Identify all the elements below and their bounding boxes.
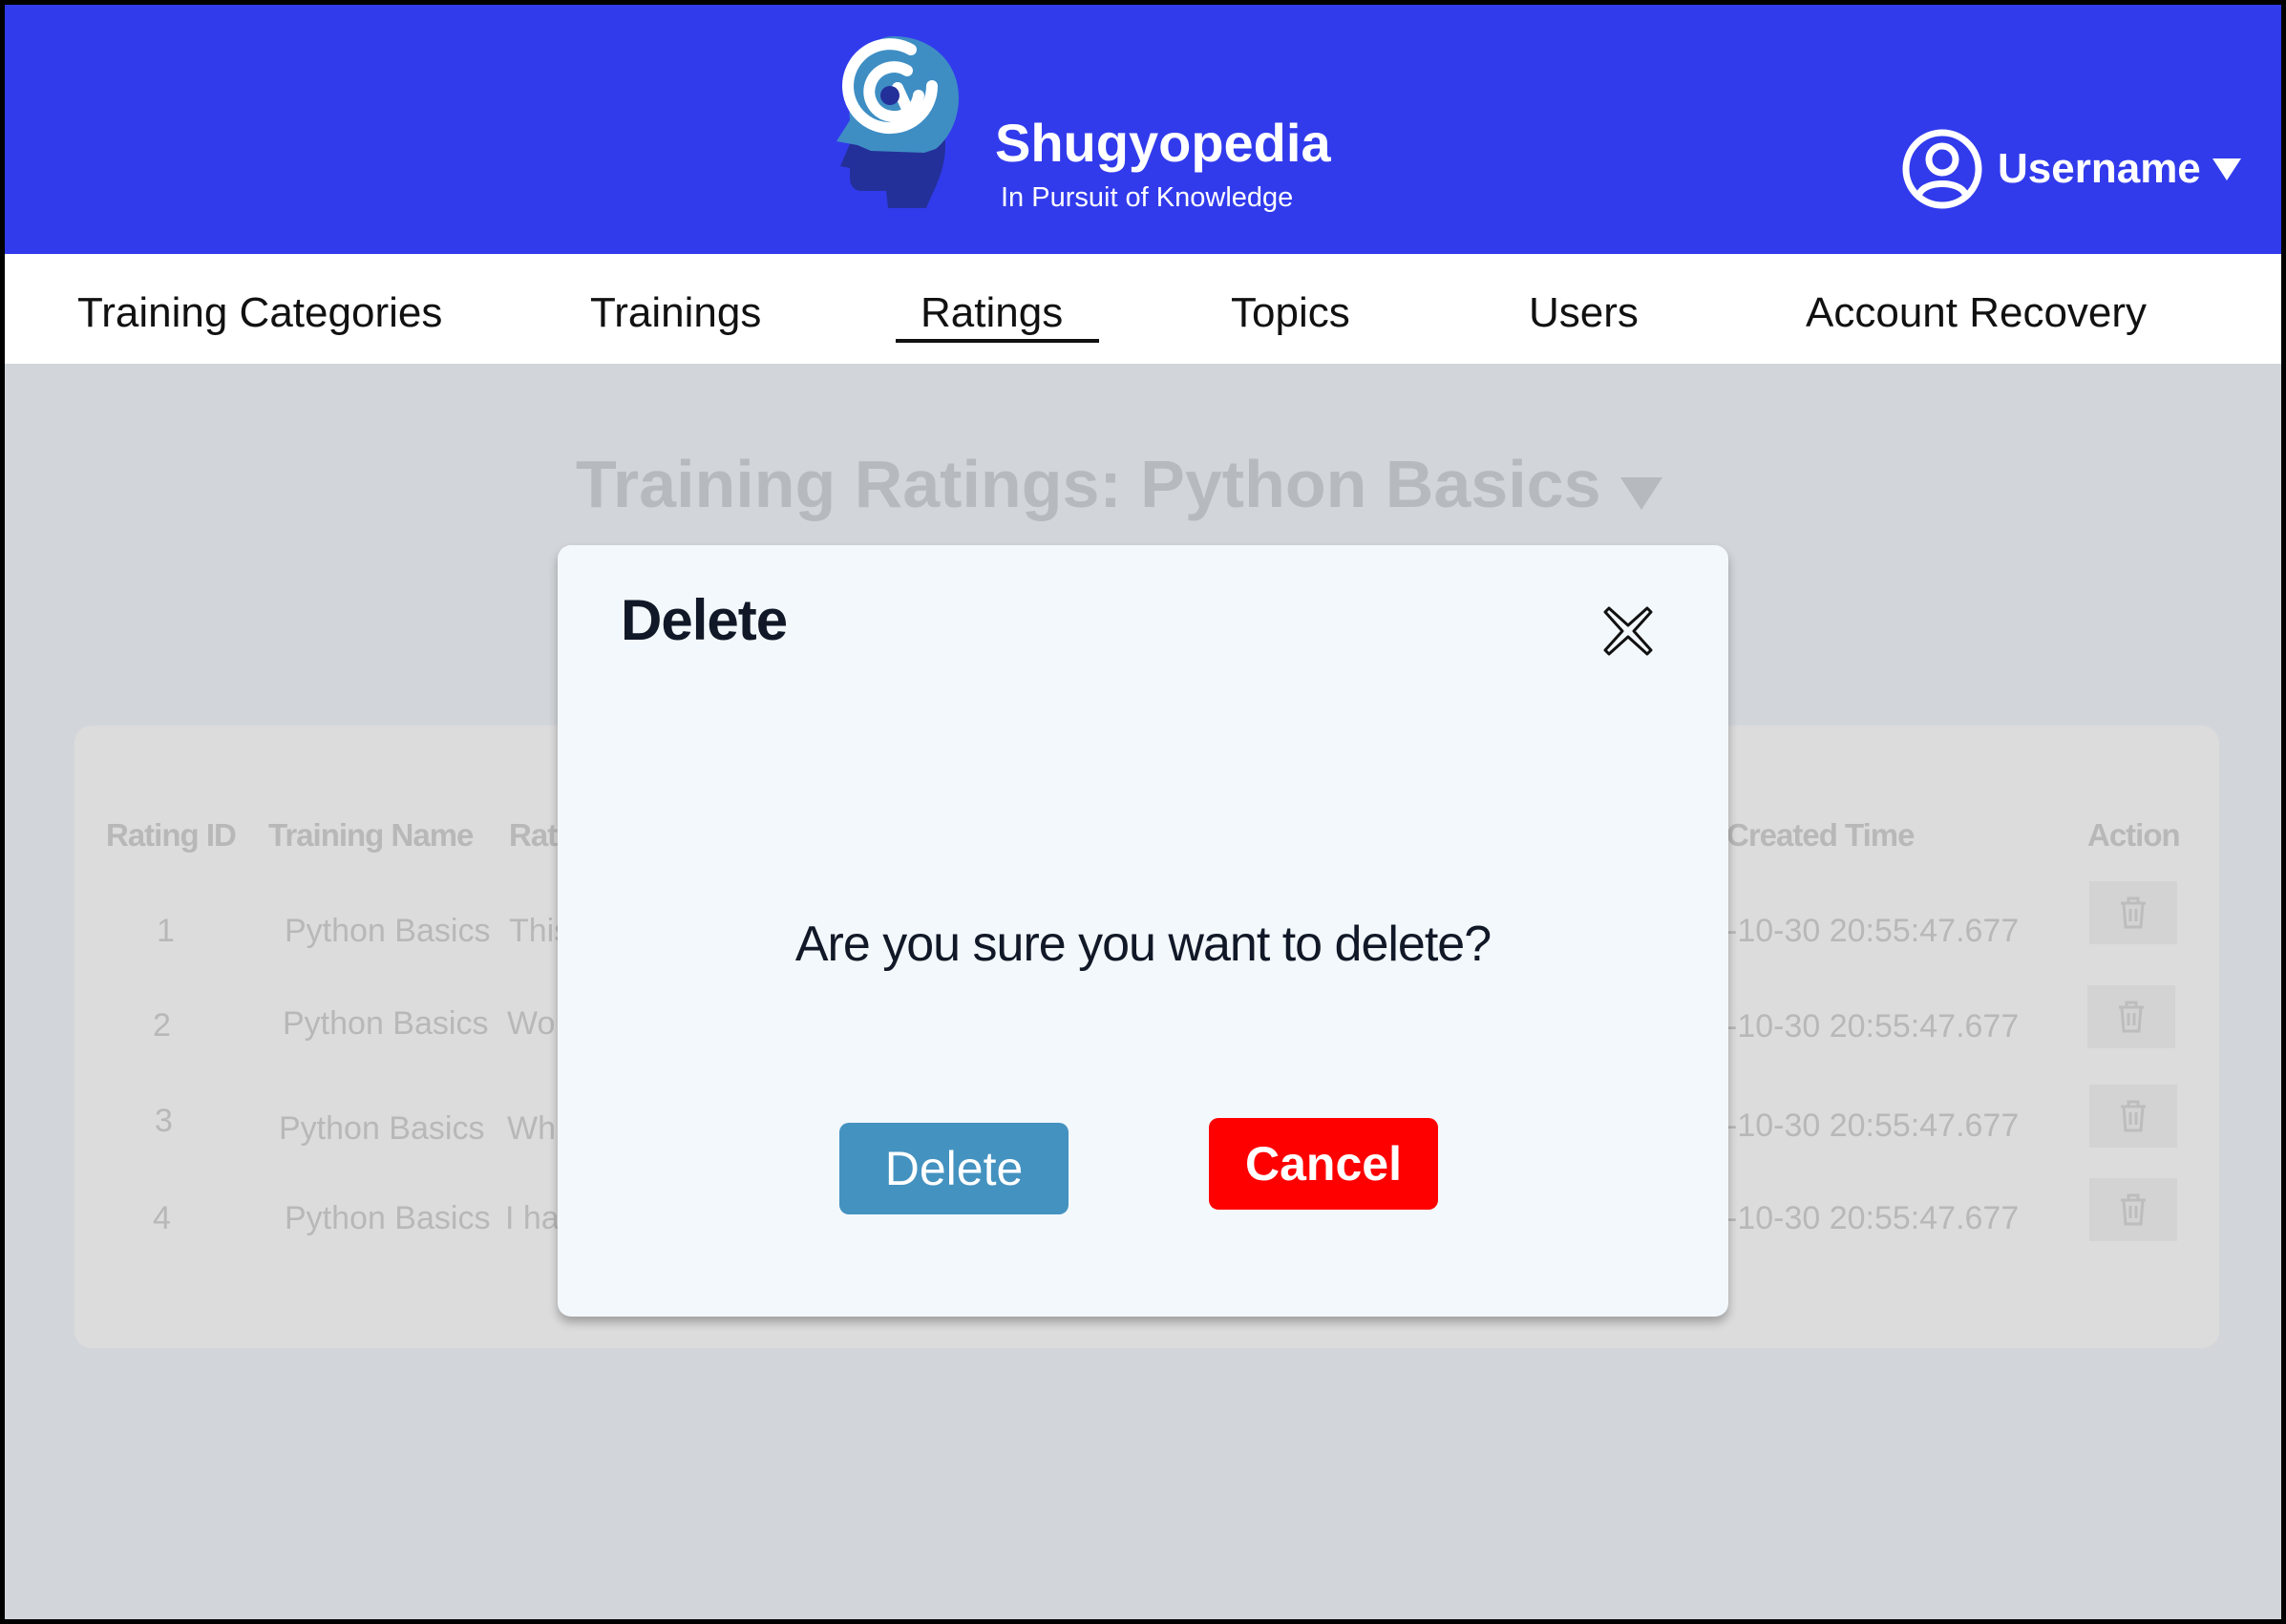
delete-rating-button[interactable] <box>2089 881 2177 944</box>
trash-icon <box>2121 1193 2146 1226</box>
cell-created-time: -10-30 20:55:47.677 <box>1726 913 2020 949</box>
dialog-title: Delete <box>621 588 788 652</box>
cell-rating: I ha <box>505 1200 560 1236</box>
cell-rating-id: 2 <box>153 1007 171 1044</box>
delete-rating-button[interactable] <box>2089 1085 2177 1148</box>
username-label: Username <box>1998 145 2201 192</box>
cell-training-name: Python Basics <box>285 1200 491 1236</box>
nav-ratings[interactable]: Ratings <box>895 254 1100 364</box>
cell-training-name: Python Basics <box>285 913 491 949</box>
delete-dialog: Delete Are you sure you want to delete? … <box>558 545 1728 1317</box>
column-header-rating-id: Rating ID <box>106 817 237 853</box>
cancel-button[interactable]: Cancel <box>1209 1118 1438 1210</box>
cell-rating-id: 4 <box>153 1200 171 1236</box>
chevron-down-icon <box>1619 477 1662 510</box>
cell-rating: Wh <box>507 1110 556 1147</box>
column-header-action: Action <box>2087 817 2181 853</box>
user-circle-icon <box>1902 129 1982 209</box>
nav-training-categories[interactable]: Training Categories <box>77 254 442 364</box>
cell-created-time: -10-30 20:55:47.677 <box>1726 1008 2020 1044</box>
trash-icon <box>2119 1001 2144 1033</box>
trash-icon <box>2121 1100 2146 1132</box>
cell-rating-id: 3 <box>155 1103 173 1139</box>
confirm-delete-button[interactable]: Delete <box>839 1123 1069 1214</box>
column-header-training-name: Training Name <box>268 817 474 853</box>
brand-tagline: In Pursuit of Knowledge <box>1001 182 1294 213</box>
main-nav: Training Categories Trainings Ratings To… <box>5 254 2281 364</box>
close-icon[interactable] <box>1601 604 1655 658</box>
user-menu[interactable]: Username <box>1900 126 2243 212</box>
nav-account-recovery[interactable]: Account Recovery <box>1806 254 2147 364</box>
cell-rating-id: 1 <box>157 913 175 949</box>
cell-created-time: -10-30 20:55:47.677 <box>1726 1200 2020 1236</box>
delete-rating-button[interactable] <box>2087 985 2175 1048</box>
nav-users[interactable]: Users <box>1529 254 1639 364</box>
cell-training-name: Python Basics <box>283 1005 489 1042</box>
head-maze-icon <box>836 36 959 208</box>
nav-trainings[interactable]: Trainings <box>590 254 761 364</box>
cell-rating: Wo <box>507 1005 556 1042</box>
page-title-text: Training Ratings: Python Basics <box>576 447 1601 521</box>
chevron-down-icon <box>2212 158 2241 180</box>
delete-rating-button[interactable] <box>2089 1178 2177 1241</box>
cell-created-time: -10-30 20:55:47.677 <box>1726 1107 2020 1144</box>
dialog-message: Are you sure you want to delete? <box>794 917 1492 972</box>
cell-training-name: Python Basics <box>279 1110 485 1147</box>
brand-name: Shugyopedia <box>995 113 1331 173</box>
trash-icon <box>2121 896 2146 929</box>
nav-topics[interactable]: Topics <box>1231 254 1350 364</box>
page-title[interactable]: Training Ratings: Python Basics <box>576 441 1664 527</box>
column-header-rating: Rat <box>509 817 558 853</box>
column-header-created-time: Created Time <box>1726 817 1915 853</box>
app-header: Shugyopedia In Pursuit of Knowledge User… <box>0 0 2286 254</box>
